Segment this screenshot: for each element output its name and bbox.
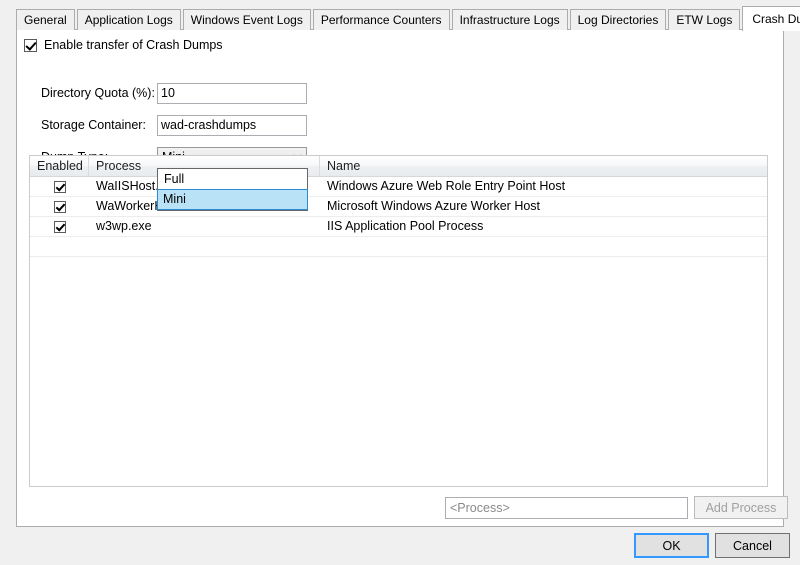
tab-etw-logs[interactable]: ETW Logs [668,9,740,30]
table-row[interactable]: w3wp.exe IIS Application Pool Process [30,217,767,237]
row-enabled-checkbox[interactable] [54,181,66,193]
tab-general[interactable]: General [16,9,75,30]
grid-empty-row [30,237,767,257]
row-name-cell: IIS Application Pool Process [320,217,767,236]
cancel-button[interactable]: Cancel [715,533,790,558]
column-header-enabled[interactable]: Enabled [30,156,89,176]
table-row[interactable]: WaWorkerHost.exe Microsoft Windows Azure… [30,197,767,217]
row-enabled-checkbox[interactable] [54,201,66,213]
directory-quota-label: Directory Quota (%): [41,86,157,100]
storage-container-row: Storage Container: [41,114,307,136]
dropdown-option-mini[interactable]: Mini [157,189,308,210]
enable-transfer-checkbox[interactable] [24,39,37,52]
dropdown-option-full[interactable]: Full [158,170,307,189]
dump-type-dropdown-list[interactable]: Full Mini [157,168,308,211]
enable-transfer-label: Enable transfer of Crash Dumps [44,38,223,52]
ok-button[interactable]: OK [634,533,709,558]
row-name-cell: Microsoft Windows Azure Worker Host [320,197,767,216]
row-process-cell: w3wp.exe [89,217,320,236]
add-process-button[interactable]: Add Process [694,496,788,519]
enable-transfer-row[interactable]: Enable transfer of Crash Dumps [24,38,223,52]
process-grid-header: Enabled Process Name [30,156,767,177]
row-enabled-cell[interactable] [30,221,89,233]
crash-dumps-tab-panel: Enable transfer of Crash Dumps Directory… [16,29,784,527]
process-name-input[interactable] [445,497,688,519]
table-row[interactable]: WaIISHost.exe Windows Azure Web Role Ent… [30,177,767,197]
process-grid: Enabled Process Name WaIISHost.exe Windo… [29,155,768,487]
directory-quota-row: Directory Quota (%): [41,82,307,104]
tab-crash-dumps[interactable]: Crash Dumps [742,6,800,31]
tab-application-logs[interactable]: Application Logs [77,9,181,30]
directory-quota-input[interactable] [157,83,307,104]
tab-windows-event-logs[interactable]: Windows Event Logs [183,9,311,30]
storage-container-input[interactable] [157,115,307,136]
tab-log-directories[interactable]: Log Directories [570,9,667,30]
column-header-name[interactable]: Name [320,156,767,176]
storage-container-label: Storage Container: [41,118,157,132]
tab-strip: General Application Logs Windows Event L… [16,5,800,30]
add-process-row: Add Process [445,496,788,519]
tab-performance-counters[interactable]: Performance Counters [313,9,450,30]
row-enabled-cell[interactable] [30,201,89,213]
row-enabled-checkbox[interactable] [54,221,66,233]
row-name-cell: Windows Azure Web Role Entry Point Host [320,177,767,196]
row-enabled-cell[interactable] [30,181,89,193]
tab-infrastructure-logs[interactable]: Infrastructure Logs [452,9,568,30]
